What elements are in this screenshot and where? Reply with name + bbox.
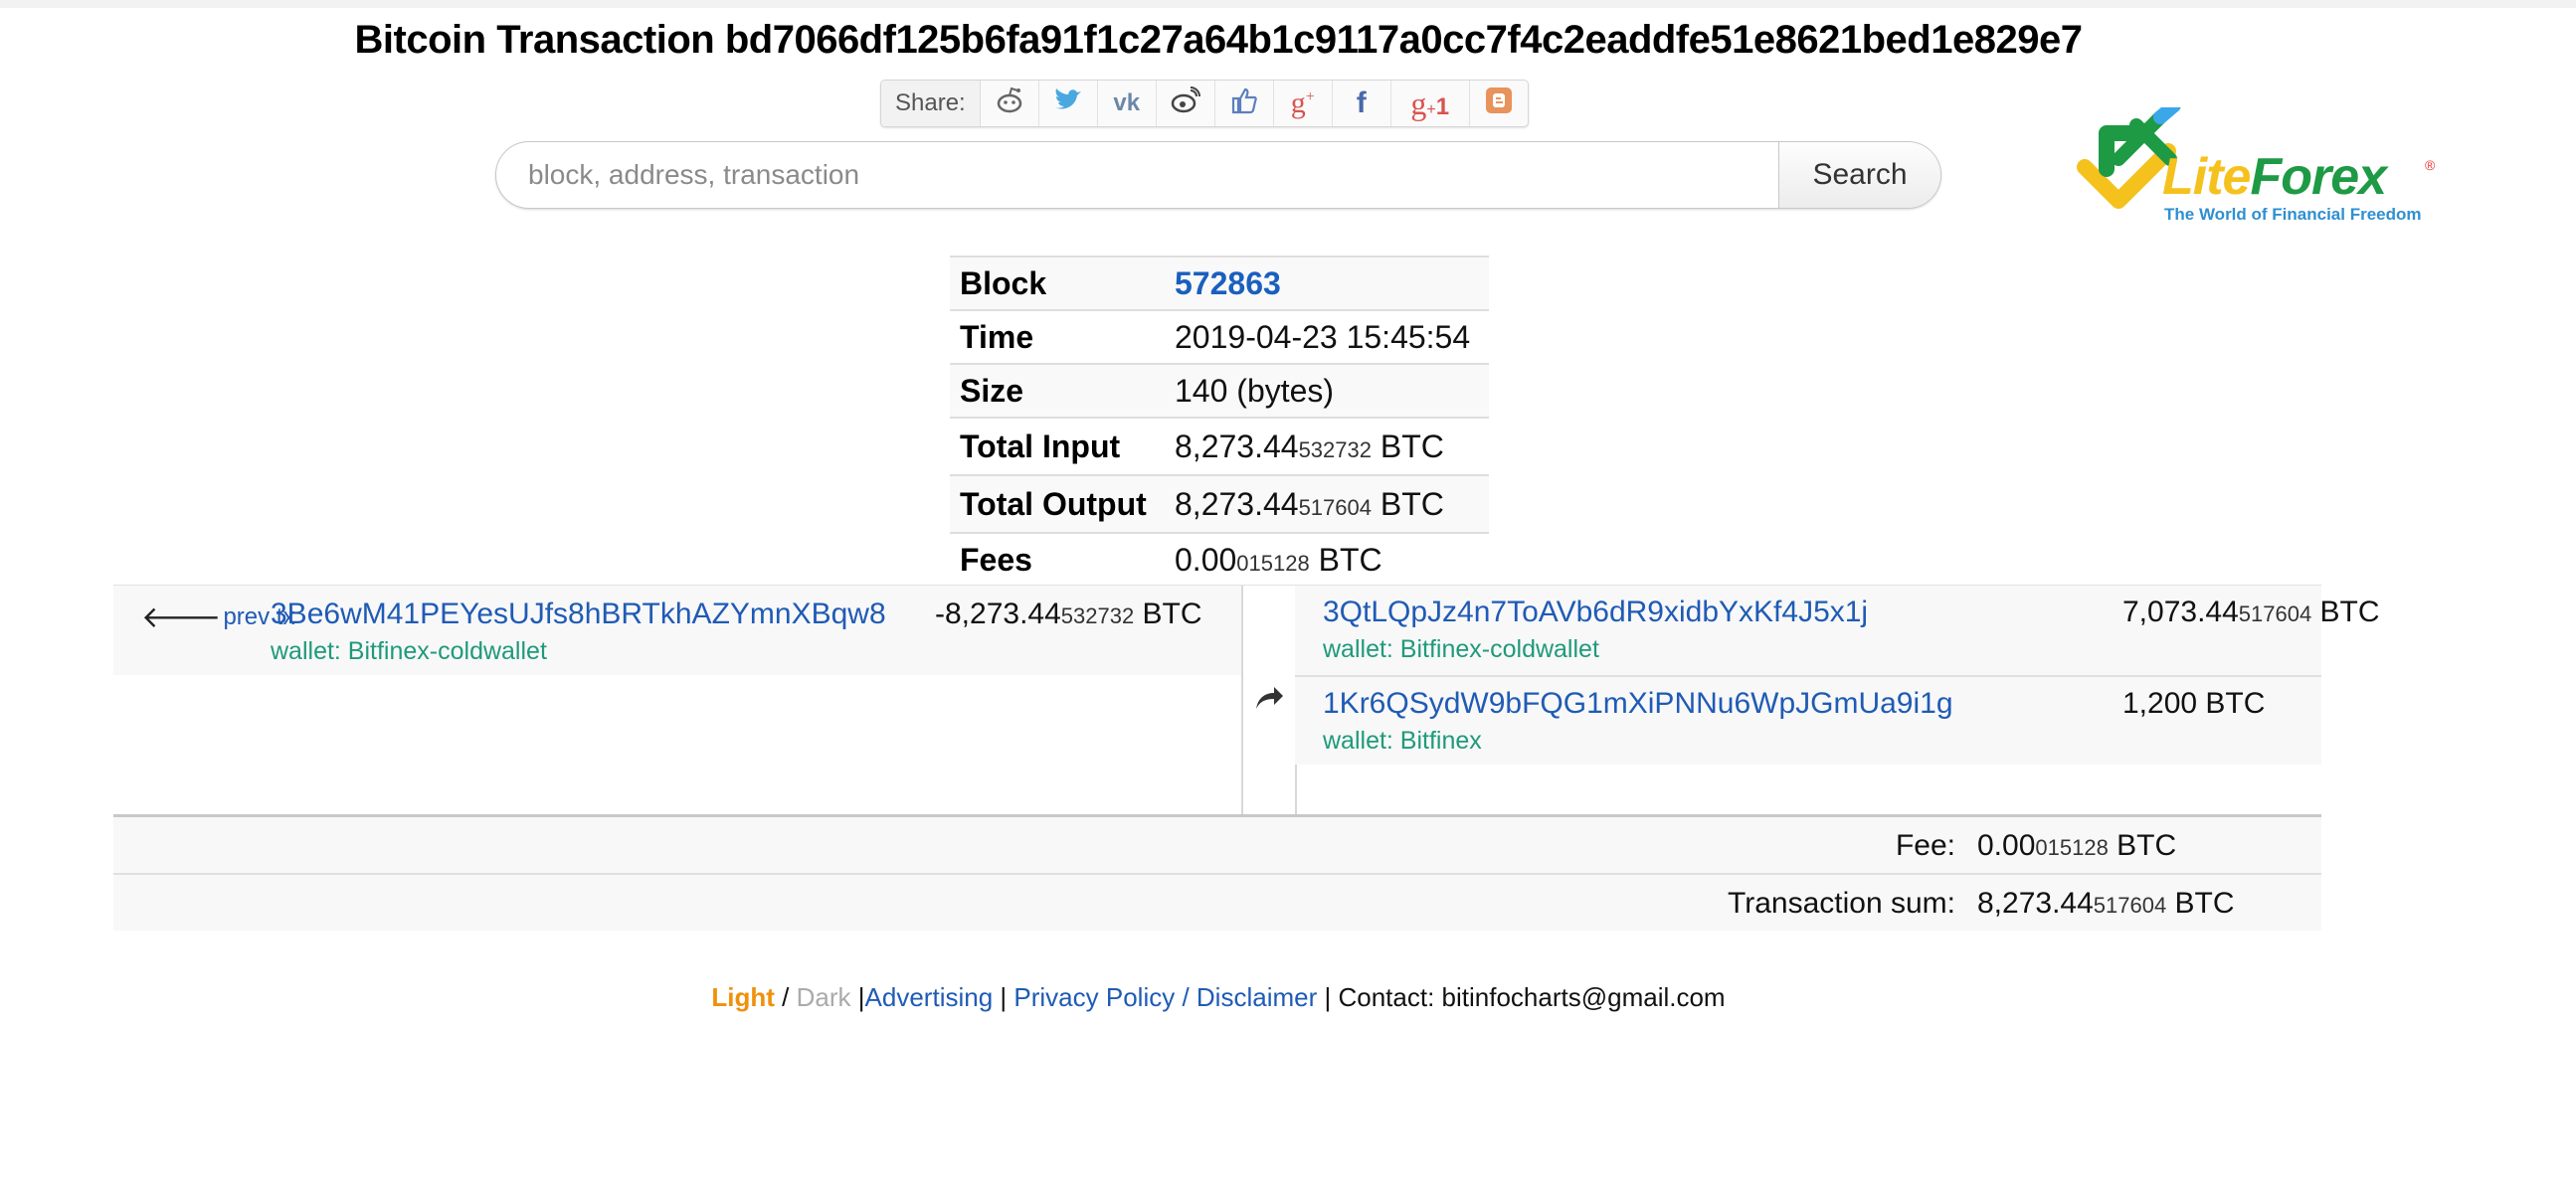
google-plus-one-icon: g+1 <box>1410 85 1450 121</box>
reddit-icon <box>995 86 1024 122</box>
share-label: Share: <box>881 81 981 126</box>
info-row-fees: Fees 0.00015128 BTC <box>950 532 1489 586</box>
liteforex-logo[interactable]: LiteForex ® The World of Financial Freed… <box>2077 107 2445 227</box>
input-wallet-link[interactable]: wallet: Bitfinex-coldwallet <box>271 637 547 666</box>
info-row-total-input: Total Input 8,273.44532732 BTC <box>950 417 1489 475</box>
size-value: 140 (bytes) <box>1165 363 1489 418</box>
footer-slash: / <box>1175 982 1196 1012</box>
page-title: Bitcoin Transaction bd7066df125b6fa91f1c… <box>354 18 2083 62</box>
logo-registered-mark: ® <box>2425 157 2436 173</box>
total-output-value: 8,273.44517604 BTC <box>1165 474 1489 533</box>
fee-label: Fee: <box>1895 829 1955 862</box>
twitter-icon <box>1053 87 1083 120</box>
share-bar: Share: vk g+ f g+1 <box>880 80 1529 127</box>
output-wallet-link[interactable]: wallet: Bitfinex-coldwallet <box>1323 635 1599 664</box>
output-wallet-link[interactable]: wallet: Bitfinex <box>1323 727 1482 756</box>
output-row: 3QtLQpJz4n7ToAVb6dR9xidbYxKf4J5x1j walle… <box>1295 586 2380 677</box>
facebook-icon: f <box>1356 86 1367 119</box>
privacy-policy-link[interactable]: Privacy Policy <box>1013 982 1175 1012</box>
input-address-link[interactable]: 3Be6wM41PEYesUJfs8hBRTkhAZYmnXBqw8 <box>271 598 886 631</box>
share-like-button[interactable] <box>1215 81 1274 126</box>
inputs-column: 🡐 prev tx 3Be6wM41PEYesUJfs8hBRTkhAZYmnXB… <box>113 586 1241 814</box>
theme-dark-link[interactable]: Dark <box>797 982 851 1012</box>
output-address-link[interactable]: 1Kr6QSydW9bFQG1mXiPNNu6WpJGmUa9i1g <box>1323 687 1953 721</box>
footer-slash: / <box>782 982 790 1012</box>
share-twitter-button[interactable] <box>1039 81 1098 126</box>
output-address-link[interactable]: 3QtLQpJz4n7ToAVb6dR9xidbYxKf4J5x1j <box>1323 596 1868 629</box>
transaction-sum-row: Transaction sum: 8,273.44517604 BTC <box>113 875 2321 931</box>
output-row: 1Kr6QSydW9bFQG1mXiPNNu6WpJGmUa9i1g walle… <box>1295 677 2321 765</box>
info-row-size: Size 140 (bytes) <box>950 363 1489 418</box>
disclaimer-link[interactable]: Disclaimer <box>1196 982 1317 1012</box>
footer: Light / Dark |Advertising | Privacy Poli… <box>0 982 2437 1013</box>
fees-value: 0.00015128 BTC <box>1165 532 1489 586</box>
footer-separator: | <box>1324 982 1332 1012</box>
time-label: Time <box>950 309 1165 364</box>
transaction-sum-value: 8,273.44517604 BTC <box>1977 887 2235 920</box>
info-row-total-output: Total Output 8,273.44517604 BTC <box>950 474 1489 533</box>
share-vk-button[interactable]: vk <box>1098 81 1157 126</box>
thumbs-up-icon <box>1230 86 1258 121</box>
arrow-column <box>1241 586 1297 814</box>
time-value: 2019-04-23 15:45:54 <box>1165 309 1489 364</box>
total-input-value: 8,273.44532732 BTC <box>1165 417 1489 475</box>
search-input[interactable] <box>496 142 1759 208</box>
logo-wordmark: LiteForex <box>2162 148 2387 206</box>
fees-label: Fees <box>950 532 1165 586</box>
outputs-column: 3QtLQpJz4n7ToAVb6dR9xidbYxKf4J5x1j walle… <box>1295 586 2380 814</box>
top-strip <box>0 0 2576 8</box>
weibo-icon <box>1171 86 1200 121</box>
output-amount: 1,200 BTC <box>2122 687 2266 720</box>
share-weibo-button[interactable] <box>1157 81 1215 126</box>
total-output-label: Total Output <box>950 474 1165 533</box>
total-input-label: Total Input <box>950 417 1165 475</box>
input-amount: -8,273.44532732 BTC <box>935 598 1202 630</box>
fee-row: Fee: 0.00015128 BTC <box>113 817 2321 875</box>
size-label: Size <box>950 363 1165 418</box>
block-link[interactable]: 572863 <box>1175 265 1281 301</box>
share-facebook-button[interactable]: f <box>1333 81 1391 126</box>
footer-separator: | <box>1000 982 1008 1012</box>
transaction-io: 🡐 prev tx 3Be6wM41PEYesUJfs8hBRTkhAZYmnXB… <box>113 585 2380 817</box>
share-google-plus-one-button[interactable]: g+1 <box>1391 81 1470 126</box>
search-bar: Search <box>495 141 1941 209</box>
advertising-link[interactable]: Advertising <box>865 982 994 1012</box>
transaction-info-table: Block 572863 Time 2019-04-23 15:45:54 Si… <box>950 256 1489 586</box>
output-amount: 7,073.44517604 BTC <box>2122 596 2380 628</box>
blogger-icon <box>1485 86 1513 121</box>
share-google-plus-button[interactable]: g+ <box>1274 81 1333 126</box>
fee-value: 0.00015128 BTC <box>1977 829 2177 862</box>
theme-light-link[interactable]: Light <box>711 982 775 1012</box>
info-row-block: Block 572863 <box>950 256 1489 310</box>
footer-separator: | <box>857 982 865 1012</box>
google-plus-icon: g+ <box>1290 86 1315 119</box>
input-row: 🡐 prev tx 3Be6wM41PEYesUJfs8hBRTkhAZYmnXB… <box>113 586 1241 675</box>
logo-tagline: The World of Financial Freedom <box>2164 205 2422 224</box>
arrow-left-icon: 🡐 <box>141 601 222 634</box>
contact-text: Contact: bitinfocharts@gmail.com <box>1338 982 1726 1012</box>
share-blogger-button[interactable] <box>1470 81 1528 126</box>
transaction-sum-label: Transaction sum: <box>1728 887 1955 920</box>
share-reddit-button[interactable] <box>981 81 1039 126</box>
forward-arrow-icon <box>1243 685 1295 719</box>
search-button[interactable]: Search <box>1778 142 1940 208</box>
block-label: Block <box>950 256 1165 310</box>
vk-icon: vk <box>1113 89 1141 116</box>
info-row-time: Time 2019-04-23 15:45:54 <box>950 309 1489 364</box>
